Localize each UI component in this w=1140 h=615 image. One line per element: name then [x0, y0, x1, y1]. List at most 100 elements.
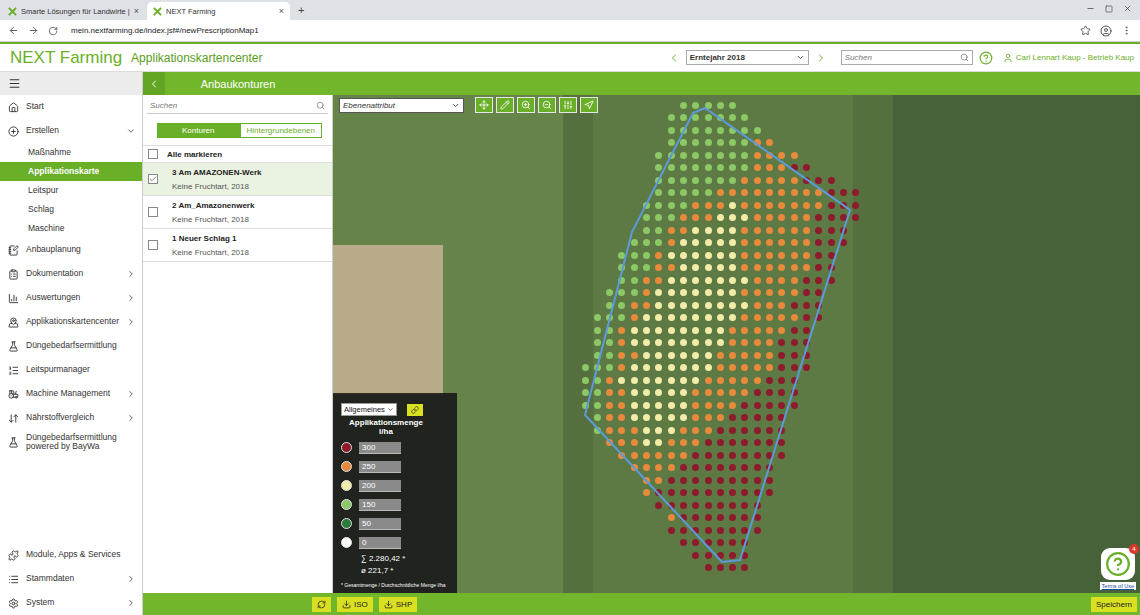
app-header: NEXT FarmingApplikationskartencenterErnt… — [0, 42, 1140, 72]
chevron[interactable] — [126, 598, 136, 608]
save-button[interactable]: Speichern — [1091, 597, 1137, 612]
application-dot — [778, 177, 785, 184]
chevron[interactable] — [126, 293, 136, 303]
application-dot — [754, 302, 761, 309]
sidebar-item[interactable]: Anbauplanung — [0, 238, 142, 262]
year-select[interactable]: Erntejahr 2018 — [686, 50, 809, 65]
application-dot — [741, 477, 748, 484]
application-dot — [705, 114, 712, 121]
legend-value[interactable]: 0 — [359, 537, 401, 549]
sidebar-item[interactable]: Start — [0, 95, 142, 119]
application-dot — [791, 177, 798, 184]
application-dot — [705, 414, 712, 421]
legend-value[interactable]: 150 — [359, 499, 401, 511]
chevron[interactable] — [126, 389, 136, 399]
sidebar-item[interactable]: Düngebedarfsermittlung — [0, 334, 142, 358]
minimize-icon[interactable] — [1086, 4, 1095, 13]
checkbox[interactable] — [148, 207, 158, 217]
application-dot — [655, 264, 662, 271]
forward-icon[interactable] — [28, 25, 39, 36]
chevron[interactable] — [126, 126, 136, 136]
previous-year-icon[interactable] — [668, 52, 680, 64]
help-button[interactable]: 4 — [1101, 548, 1135, 580]
export-button[interactable]: ISO — [337, 597, 373, 612]
toggle-button[interactable]: Konturen — [157, 123, 240, 138]
map[interactable]: EbenenattributAllgemeinesApplikationsmen… — [333, 95, 1140, 593]
tab-close-button[interactable]: × — [134, 6, 139, 16]
tab-close-button[interactable]: × — [279, 6, 284, 16]
refresh-button[interactable] — [312, 597, 331, 612]
maximize-icon[interactable] — [1105, 5, 1113, 13]
link-icon — [411, 406, 419, 414]
terms-link[interactable]: Terms of Use — [1100, 582, 1136, 590]
panel-header: Anbaukonturen — [143, 72, 333, 95]
browser-tab[interactable]: Smarte Lösungen für Landwirte |× — [2, 2, 145, 20]
url-field[interactable]: mein.nextfarming.de/index.jsf#/newPrescr… — [71, 26, 1071, 35]
sidebar-item[interactable]: System — [0, 591, 142, 615]
sidebar-toggle[interactable] — [0, 72, 142, 95]
map-tool-button[interactable] — [559, 97, 577, 113]
search-field[interactable]: Suchen — [841, 50, 973, 65]
checkbox[interactable] — [148, 149, 158, 159]
map-tool-button[interactable] — [538, 97, 556, 113]
sidebar-item[interactable]: Machine Management — [0, 382, 142, 406]
sidebar-subitem[interactable]: Schlag — [0, 200, 142, 219]
legend-value[interactable]: 200 — [359, 480, 401, 492]
legend-link-button[interactable] — [407, 404, 423, 416]
field-row[interactable]: 3 Am AMAZONEN-WerkKeine Fruchtart, 2018 — [143, 163, 332, 196]
chevron[interactable] — [126, 269, 136, 279]
checkbox[interactable] — [148, 174, 158, 184]
application-dot — [631, 402, 638, 409]
back-icon[interactable] — [8, 25, 19, 36]
logo[interactable]: NEXT Farming — [10, 48, 122, 68]
application-dot — [668, 464, 675, 471]
sidebar-subitem[interactable]: Applikationskarte — [0, 162, 142, 181]
map-tool-button[interactable] — [580, 97, 598, 113]
collapse-panel-button[interactable] — [143, 72, 165, 95]
next-year-icon[interactable] — [815, 52, 827, 64]
sidebar-item[interactable]: Dokumentation — [0, 262, 142, 286]
sidebar-item[interactable]: Auswertungen — [0, 286, 142, 310]
sidebar-subitem[interactable]: Maschine — [0, 219, 142, 238]
chevron[interactable] — [126, 413, 136, 423]
sidebar-item[interactable]: Stammdaten — [0, 567, 142, 591]
legend-value[interactable]: 50 — [359, 518, 401, 530]
application-dot — [729, 414, 736, 421]
map-tool-button[interactable] — [517, 97, 535, 113]
sidebar-subitem[interactable]: Leitspur — [0, 181, 142, 200]
sidebar-subitem[interactable]: Maßnahme — [0, 143, 142, 162]
bookmark-star-icon[interactable] — [1080, 25, 1091, 36]
sidebar-item[interactable]: Module, Apps & Services — [0, 543, 142, 567]
sidebar-item[interactable]: Düngebedarfsermittlung powered by BayWa — [0, 430, 142, 454]
sidebar-item[interactable]: Nährstoffvergleich — [0, 406, 142, 430]
legend-select[interactable]: Allgemeines — [341, 403, 397, 416]
new-tab-button[interactable]: + — [292, 4, 310, 16]
reload-icon[interactable] — [48, 26, 58, 36]
panel-search-field[interactable]: Suchen — [147, 98, 328, 114]
layer-select[interactable]: Ebenenattribut — [339, 98, 464, 113]
legend-value[interactable]: 300 — [359, 442, 401, 454]
legend-row: 150 — [341, 497, 451, 513]
browser-menu-icon[interactable] — [1121, 25, 1132, 36]
map-tool-button[interactable] — [475, 97, 493, 113]
sidebar-item[interactable]: Applikationskartencenter — [0, 310, 142, 334]
user-menu[interactable]: Carl Lennart Kaup - Betrieb Kaup — [1003, 53, 1134, 63]
close-window-icon[interactable] — [1123, 4, 1132, 13]
field-row[interactable]: 2 Am_AmazonenwerkKeine Fruchtart, 2018 — [143, 196, 332, 229]
profile-icon[interactable] — [1100, 25, 1112, 37]
sidebar-item[interactable]: Erstellen — [0, 119, 142, 143]
checkbox[interactable] — [148, 240, 158, 250]
help-icon[interactable] — [979, 51, 993, 65]
legend-value[interactable]: 250 — [359, 461, 401, 473]
field-row[interactable]: 1 Neuer Schlag 1Keine Fruchtart, 2018 — [143, 229, 332, 262]
select-all-row[interactable]: Alle markieren — [143, 145, 332, 163]
map-tool-button[interactable] — [496, 97, 514, 113]
application-dot — [741, 327, 748, 334]
chevron[interactable] — [126, 317, 136, 327]
chevron[interactable] — [126, 574, 136, 584]
browser-tab[interactable]: NEXT Farming× — [147, 2, 290, 20]
application-dot — [692, 252, 699, 259]
export-button[interactable]: SHP — [379, 597, 417, 612]
sidebar-item[interactable]: Leitspurmanager — [0, 358, 142, 382]
toggle-button[interactable]: Hintergrundebenen — [240, 123, 323, 138]
